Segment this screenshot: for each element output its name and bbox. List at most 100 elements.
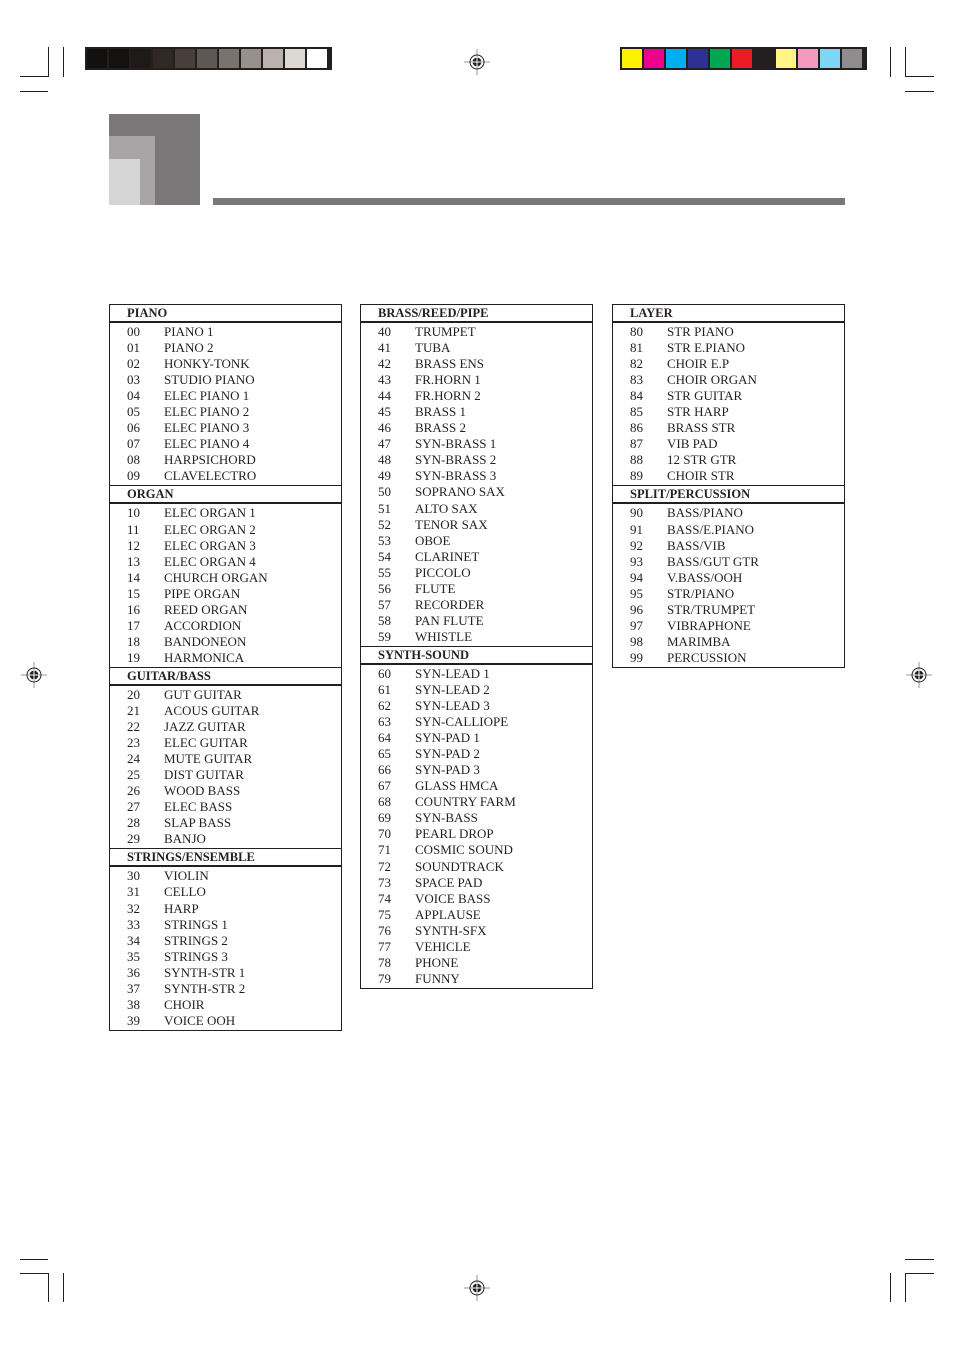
tone-name: DIST GUITAR	[164, 767, 244, 783]
tone-number: 38	[127, 996, 140, 1012]
tone-number: 01	[127, 340, 140, 356]
crop-mark	[905, 1273, 906, 1302]
tone-row: 09 CLAVELECTRO	[110, 468, 341, 484]
tone-row: 69 SYN-BASS	[361, 810, 592, 826]
color-swatch	[219, 49, 239, 68]
tone-number: 99	[630, 649, 643, 665]
tone-name: STRINGS 3	[164, 948, 228, 964]
tone-row: 52 TENOR SAX	[361, 517, 592, 533]
color-swatch	[798, 49, 818, 68]
tone-number: 19	[127, 649, 140, 665]
tone-group-title: LAYER	[613, 305, 844, 323]
tone-name: ELEC BASS	[164, 799, 233, 815]
tone-list-column-2: BRASS/REED/PIPE 40 TRUMPET 41 TUBA 42 BRASS EN…	[360, 304, 593, 989]
tone-number: 47	[378, 436, 391, 452]
tone-row: 13 ELEC ORGAN 4	[110, 554, 341, 570]
tone-number: 71	[378, 842, 391, 858]
tone-row: 47 SYN-BRASS 1	[361, 436, 592, 452]
tone-items: 40 TRUMPET 41 TUBA 42 BRASS ENS 43 FR.HORN 1 44 F…	[361, 323, 592, 646]
tone-name: HARMONICA	[164, 649, 245, 665]
tone-row: 80 STR PIANO	[613, 324, 844, 340]
crop-mark	[890, 1273, 891, 1302]
tone-name: PICCOLO	[415, 564, 471, 580]
tone-row: 12 ELEC ORGAN 3	[110, 538, 341, 554]
title-rule	[213, 198, 845, 205]
tone-row: 24 MUTE GUITAR	[110, 751, 341, 767]
tone-number: 98	[630, 633, 643, 649]
tone-row: 66 SYN-PAD 3	[361, 762, 592, 778]
tone-row: 19 HARMONICA	[110, 650, 341, 666]
tone-name: SYN-CALLIOPE	[415, 714, 509, 730]
crop-mark	[905, 76, 934, 77]
tone-name: BASS/VIB	[667, 537, 726, 553]
tone-name: SYN-BRASS 3	[415, 468, 497, 484]
tone-items: 20 GUT GUITAR 21 ACOUS GUITAR 22 JAZZ GUITAR 2…	[110, 686, 341, 848]
tone-row: 34 STRINGS 2	[110, 933, 341, 949]
tone-number: 56	[378, 580, 391, 596]
tone-group: SPLIT/PERCUSSION 90 BASS/PIANO 91 BASS/E.PIA…	[613, 485, 844, 666]
tone-group: ORGAN 10 ELEC ORGAN 1 11 ELEC ORGAN 2 12 ELEC …	[110, 485, 341, 666]
tone-row: 03 STUDIO PIANO	[110, 372, 341, 388]
tone-row: 59 WHISTLE	[361, 629, 592, 645]
tone-number: 73	[378, 874, 391, 890]
tone-row: 84 STR GUITAR	[613, 388, 844, 404]
tone-name: ELEC PIANO 1	[164, 388, 250, 404]
color-swatch	[820, 49, 840, 68]
color-swatch	[109, 49, 129, 68]
tone-number: 03	[127, 372, 140, 388]
tone-number: 95	[630, 585, 643, 601]
tone-number: 16	[127, 601, 140, 617]
tone-number: 07	[127, 436, 140, 452]
tone-number: 40	[378, 324, 391, 339]
tone-group: GUITAR/BASS 20 GUT GUITAR 21 ACOUS GUITAR 22 J…	[110, 666, 341, 848]
tone-name: ACOUS GUITAR	[164, 702, 260, 718]
tone-name: BRASS 1	[415, 404, 466, 420]
tone-number: 37	[127, 980, 140, 996]
tone-row: 18 BANDONEON	[110, 634, 341, 650]
tone-name: JAZZ GUITAR	[164, 719, 246, 735]
tone-number: 79	[378, 970, 391, 986]
tone-group: SYNTH-SOUND 60 SYN-LEAD 1 61 SYN-LEAD 2 62 SYN…	[361, 645, 592, 988]
tone-items: 10 ELEC ORGAN 1 11 ELEC ORGAN 2 12 ELEC ORGAN…	[110, 504, 341, 666]
tone-name: STR E.PIANO	[667, 340, 746, 356]
tone-number: 67	[378, 778, 391, 794]
tone-number: 15	[127, 585, 140, 601]
tone-name: SYN-BASS	[415, 810, 478, 826]
tone-name: SLAP BASS	[164, 815, 232, 831]
registration-mark-icon	[464, 1275, 490, 1301]
tone-row: 17 ACCORDION	[110, 618, 341, 634]
tone-name: HONKY-TONK	[164, 356, 250, 372]
tone-row: 91 BASS/E.PIANO	[613, 522, 844, 538]
tone-row: 60 SYN-LEAD 1	[361, 666, 592, 682]
tone-number: 77	[378, 938, 391, 954]
tone-items: 60 SYN-LEAD 1 61 SYN-LEAD 2 62 SYN-LEAD 3 63 SY…	[361, 665, 592, 988]
tone-name: CELLO	[164, 884, 206, 900]
tone-row: 43 FR.HORN 1	[361, 372, 592, 388]
tone-name: GUT GUITAR	[164, 686, 242, 702]
tone-row: 71 COSMIC SOUND	[361, 842, 592, 858]
tone-name: SYN-BRASS 2	[415, 452, 497, 468]
tone-number: 68	[378, 794, 391, 810]
tone-group-title: BRASS/REED/PIPE	[361, 305, 592, 323]
tone-name: ELEC ORGAN 3	[164, 537, 256, 553]
tone-number: 81	[630, 340, 643, 356]
tone-row: 78 PHONE	[361, 955, 592, 971]
tone-number: 96	[630, 601, 643, 617]
tone-name: STR/TRUMPET	[667, 601, 756, 617]
tone-row: 49 SYN-BRASS 3	[361, 468, 592, 484]
tone-number: 41	[378, 340, 391, 356]
tone-number: 20	[127, 686, 140, 702]
tone-name: WOOD BASS	[164, 783, 241, 799]
tone-number: 58	[378, 612, 391, 628]
tone-number: 05	[127, 404, 140, 420]
tone-row: 65 SYN-PAD 2	[361, 746, 592, 762]
tone-number: 50	[378, 484, 391, 500]
tone-row: 36 SYNTH-STR 1	[110, 965, 341, 981]
tone-name: FLUTE	[415, 580, 456, 596]
tone-group: STRINGS/ENSEMBLE 30 VIOLIN 31 CELLO 32 HARP 33 S…	[110, 848, 341, 1029]
tone-row: 44 FR.HORN 2	[361, 388, 592, 404]
tone-row: 33 STRINGS 1	[110, 917, 341, 933]
tone-number: 10	[127, 505, 140, 521]
tone-row: 27 ELEC BASS	[110, 799, 341, 815]
color-swatch	[666, 49, 686, 68]
